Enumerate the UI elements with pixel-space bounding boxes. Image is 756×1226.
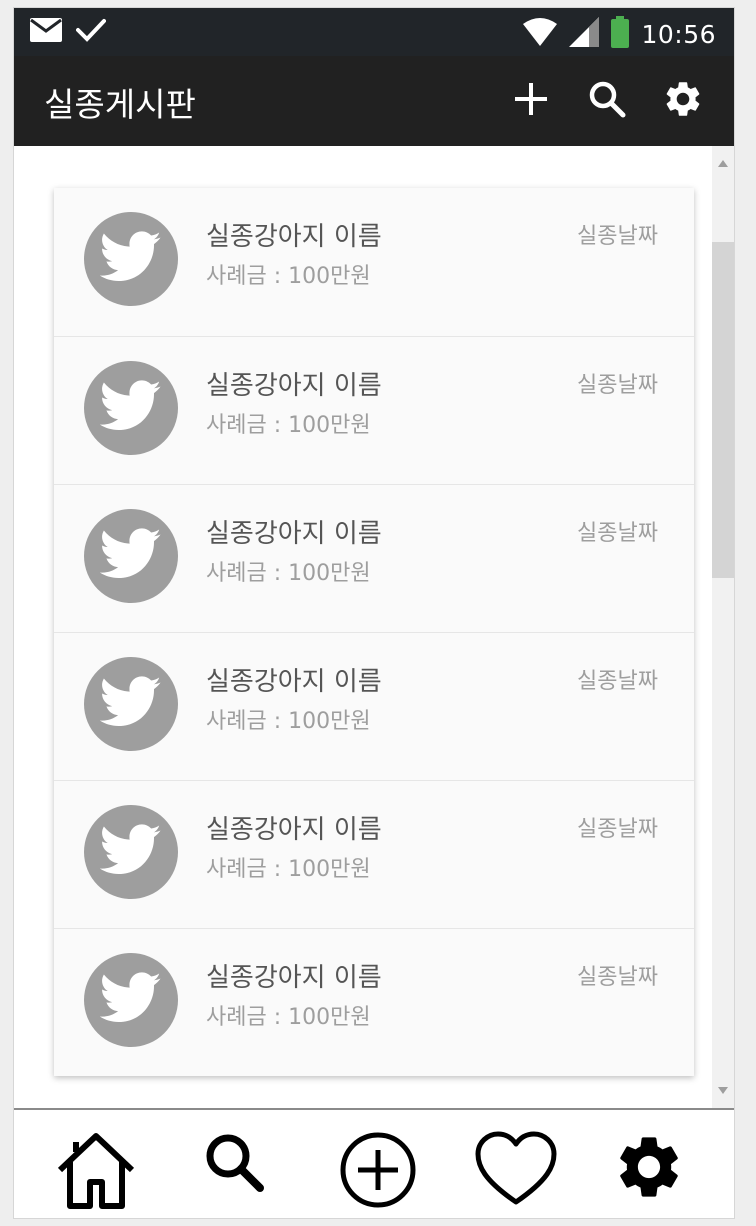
wifi-icon xyxy=(523,18,558,50)
missing-date: 실종날짜 xyxy=(577,669,658,694)
avatar xyxy=(84,212,178,306)
phone-screen: 10:56 실종게시판 실종강아지 이름 사례금 : 100만원 실종날짜 실종… xyxy=(14,8,734,1218)
missing-date: 실종날짜 xyxy=(577,224,658,249)
twitter-bird-icon xyxy=(99,528,162,584)
list-item[interactable]: 실종강아지 이름사례금 : 100만원 실종날짜 xyxy=(54,188,694,336)
heart-icon xyxy=(474,1130,558,1218)
reward-text: 사례금 : 100만원 xyxy=(206,413,371,438)
settings-icon xyxy=(612,1130,686,1218)
reward-text: 사례금 : 100만원 xyxy=(206,857,371,882)
nav-home[interactable] xyxy=(51,1130,141,1218)
search-icon xyxy=(202,1130,268,1218)
battery-icon xyxy=(611,16,630,52)
nav-search[interactable] xyxy=(190,1130,280,1218)
missing-date: 실종날짜 xyxy=(577,817,658,842)
list-item[interactable]: 실종강아지 이름사례금 : 100만원 실종날짜 xyxy=(54,780,694,928)
settings-button[interactable] xyxy=(660,78,706,124)
dog-name: 실종강아지 이름 xyxy=(206,222,382,252)
avatar xyxy=(84,361,178,455)
app-bar: 실종게시판 xyxy=(14,56,734,146)
nav-add[interactable] xyxy=(333,1130,423,1218)
twitter-bird-icon xyxy=(99,231,162,287)
scroll-down-arrow[interactable] xyxy=(718,1087,728,1094)
page-title: 실종게시판 xyxy=(44,85,196,124)
search-icon xyxy=(588,80,626,122)
list-item[interactable]: 실종강아지 이름사례금 : 100만원 실종날짜 xyxy=(54,336,694,484)
missing-date: 실종날짜 xyxy=(577,965,658,990)
dog-name: 실종강아지 이름 xyxy=(206,371,382,401)
settings-icon xyxy=(662,78,704,124)
list-item[interactable]: 실종강아지 이름사례금 : 100만원 실종날짜 xyxy=(54,484,694,632)
reward-text: 사례금 : 100만원 xyxy=(206,709,371,734)
dog-name: 실종강아지 이름 xyxy=(206,815,382,845)
add-circle-icon xyxy=(338,1130,418,1218)
scrollbar[interactable] xyxy=(712,146,734,1108)
reward-text: 사례금 : 100만원 xyxy=(206,1005,371,1030)
twitter-bird-icon xyxy=(99,972,162,1028)
home-icon xyxy=(54,1130,138,1218)
scroll-up-arrow[interactable] xyxy=(718,160,728,167)
mail-icon xyxy=(30,18,62,46)
avatar xyxy=(84,953,178,1047)
twitter-bird-icon xyxy=(99,380,162,436)
signal-icon xyxy=(569,17,600,51)
twitter-bird-icon xyxy=(99,676,162,732)
nav-favorites[interactable] xyxy=(471,1130,561,1218)
list-item[interactable]: 실종강아지 이름사례금 : 100만원 실종날짜 xyxy=(54,928,694,1076)
missing-dog-list: 실종강아지 이름 사례금 : 100만원 실종날짜 실종강아지 이름 사례금 : 100… xyxy=(54,188,694,1076)
dog-name: 실종강아지 이름 xyxy=(206,667,382,697)
avatar xyxy=(84,805,178,899)
twitter-bird-icon xyxy=(99,824,162,880)
reward-text: 사례금 : 100만원 xyxy=(206,264,371,289)
bottom-nav xyxy=(14,1108,734,1218)
list-item[interactable]: 실종강아지 이름사례금 : 100만원 실종날짜 xyxy=(54,632,694,780)
check-icon xyxy=(76,18,106,46)
missing-date: 실종날짜 xyxy=(577,373,658,398)
avatar xyxy=(84,657,178,751)
search-button[interactable] xyxy=(584,78,630,124)
status-bar: 10:56 xyxy=(14,8,734,56)
add-icon xyxy=(514,82,548,120)
content-area[interactable]: 실종강아지 이름 사례금 : 100만원 실종날짜 실종강아지 이름 사례금 : 100… xyxy=(14,146,734,1108)
add-button[interactable] xyxy=(508,78,554,124)
nav-settings[interactable] xyxy=(604,1130,694,1218)
clock: 10:56 xyxy=(641,19,716,49)
dog-name: 실종강아지 이름 xyxy=(206,519,382,549)
avatar xyxy=(84,509,178,603)
missing-date: 실종날짜 xyxy=(577,521,658,546)
dog-name: 실종강아지 이름 xyxy=(206,963,382,993)
reward-text: 사례금 : 100만원 xyxy=(206,561,371,586)
scroll-thumb[interactable] xyxy=(712,242,734,578)
